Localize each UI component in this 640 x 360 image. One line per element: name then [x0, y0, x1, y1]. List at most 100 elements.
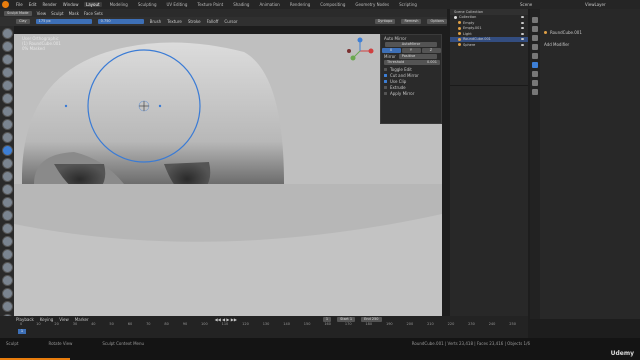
start-frame-field[interactable]: Start 1: [337, 316, 356, 322]
fill-brush-icon[interactable]: [1, 171, 13, 182]
draw-sharp-brush-icon[interactable]: [1, 41, 13, 52]
brush-name[interactable]: Clay: [16, 19, 30, 24]
inflate-brush-icon[interactable]: [1, 106, 13, 117]
menu-file[interactable]: File: [16, 2, 23, 7]
menu-view[interactable]: View: [37, 11, 47, 16]
mode-dropdown[interactable]: Sculpt Mode: [4, 10, 32, 16]
eye-icon[interactable]: [521, 38, 524, 41]
scrape-brush-icon[interactable]: [1, 184, 13, 195]
blender-logo-icon[interactable]: [2, 1, 9, 8]
toggle-edit-checkbox[interactable]: [384, 67, 387, 71]
properties-tabs: [530, 9, 540, 319]
apply-mirror-checkbox[interactable]: [384, 91, 387, 95]
menu-mask[interactable]: Mask: [69, 11, 79, 16]
menu-stroke[interactable]: Stroke: [188, 19, 201, 24]
frame-tick: 70: [146, 322, 151, 326]
render-tab-icon[interactable]: [532, 26, 538, 32]
menu-cursor[interactable]: Cursor: [224, 19, 237, 24]
navigation-gizmo[interactable]: [345, 36, 375, 66]
playhead[interactable]: 1: [18, 329, 26, 334]
add-modifier-button[interactable]: Add Modifier: [544, 42, 569, 47]
tool-tab-icon[interactable]: [532, 17, 538, 23]
material-tab-icon[interactable]: [532, 89, 538, 95]
extrude-checkbox[interactable]: [384, 85, 387, 89]
frame-ruler[interactable]: 0 10 20 30 40 50 60 70 80 90 100 110 120…: [0, 322, 528, 326]
output-tab-icon[interactable]: [532, 35, 538, 41]
clay-thumb-brush-icon[interactable]: [1, 80, 13, 91]
menu-brush[interactable]: Brush: [150, 19, 162, 24]
menu-render[interactable]: Render: [42, 2, 56, 7]
eye-icon[interactable]: [521, 32, 524, 35]
tab-layout[interactable]: Layout: [84, 2, 102, 7]
menu-sculpt[interactable]: Sculpt: [51, 11, 64, 16]
menu-keying[interactable]: Keying: [40, 317, 53, 322]
elastic-deform-icon[interactable]: [1, 236, 13, 247]
menu-face-sets[interactable]: Face Sets: [84, 11, 103, 16]
remesh-button[interactable]: Remesh: [401, 19, 422, 24]
tab-sculpting[interactable]: Sculpting: [136, 2, 159, 7]
pose-brush-icon[interactable]: [1, 275, 13, 286]
radius-field[interactable]: 175 px: [35, 19, 92, 24]
clay-brush-icon[interactable]: [1, 54, 13, 65]
tab-uv-editing[interactable]: UV Editing: [165, 2, 190, 7]
eye-icon[interactable]: [521, 21, 524, 24]
options-button[interactable]: Options: [427, 19, 447, 24]
eye-icon[interactable]: [521, 27, 524, 30]
rotate-brush-icon[interactable]: [1, 301, 13, 312]
grab-brush-icon[interactable]: [1, 223, 13, 234]
clay-strips-brush-icon[interactable]: [1, 67, 13, 78]
physics-tab-icon[interactable]: [532, 80, 538, 86]
strength-field[interactable]: 0.750: [97, 19, 144, 24]
tab-shading[interactable]: Shading: [231, 2, 251, 7]
use-clip-checkbox[interactable]: [384, 79, 387, 83]
modifier-tab-icon[interactable]: [532, 62, 538, 68]
blob-brush-icon[interactable]: [1, 119, 13, 130]
tab-rendering[interactable]: Rendering: [288, 2, 312, 7]
play-controls[interactable]: ◀◀ ◀ ▶ ▶▶: [215, 317, 237, 322]
menu-falloff[interactable]: Falloff: [207, 19, 219, 24]
layer-brush-icon[interactable]: [1, 93, 13, 104]
particles-tab-icon[interactable]: [532, 71, 538, 77]
threshold-value: 0.001: [426, 59, 437, 64]
tab-compositing[interactable]: Compositing: [318, 2, 347, 7]
scene-name[interactable]: Scene: [520, 2, 532, 7]
tab-geometry-nodes[interactable]: Geometry Nodes: [353, 2, 391, 7]
eye-icon[interactable]: [521, 16, 524, 19]
end-frame-field[interactable]: End 250: [361, 316, 382, 322]
axis-z-toggle[interactable]: Z: [421, 47, 441, 53]
menu-view-timeline[interactable]: View: [59, 317, 69, 322]
current-frame-field[interactable]: 1: [322, 316, 332, 322]
pinch-brush-icon[interactable]: [1, 210, 13, 221]
auto-mirror-button[interactable]: AutoMirror: [385, 41, 437, 47]
outliner-item[interactable]: Sphere: [450, 42, 528, 48]
multiplane-scrape-icon[interactable]: [1, 197, 13, 208]
draw-brush-icon[interactable]: [1, 28, 13, 39]
object-tab-icon[interactable]: [532, 53, 538, 59]
smooth-brush-icon[interactable]: [1, 145, 13, 156]
view-layer-name[interactable]: ViewLayer: [585, 2, 606, 7]
axis-x-toggle[interactable]: X: [381, 47, 401, 53]
tab-animation[interactable]: Animation: [257, 2, 281, 7]
scene-tab-icon[interactable]: [532, 44, 538, 50]
snake-hook-icon[interactable]: [1, 249, 13, 260]
eye-icon[interactable]: [521, 43, 524, 46]
menu-marker[interactable]: Marker: [75, 317, 89, 322]
axis-y-toggle[interactable]: Y: [401, 47, 421, 53]
tab-scripting[interactable]: Scripting: [397, 2, 419, 7]
cut-and-mirror-checkbox[interactable]: [384, 73, 387, 77]
menu-window[interactable]: Window: [63, 2, 79, 7]
mirror-dropdown[interactable]: Positive: [398, 53, 437, 59]
menu-edit[interactable]: Edit: [29, 2, 37, 7]
dyntopo-button[interactable]: Dyntopo: [374, 19, 396, 24]
3d-viewport[interactable]: [14, 34, 442, 316]
tab-texture-paint[interactable]: Texture Paint: [195, 2, 225, 7]
crease-brush-icon[interactable]: [1, 132, 13, 143]
threshold-field[interactable]: Threshold 0.001: [384, 59, 440, 65]
flatten-brush-icon[interactable]: [1, 158, 13, 169]
menu-playback[interactable]: Playback: [16, 317, 34, 322]
thumb-brush-icon[interactable]: [1, 262, 13, 273]
nudge-brush-icon[interactable]: [1, 288, 13, 299]
tab-modeling[interactable]: Modeling: [108, 2, 130, 7]
menu-texture[interactable]: Texture: [167, 19, 182, 24]
timeline: Playback Keying View Marker ◀◀ ◀ ▶ ▶▶ 1 …: [0, 316, 528, 338]
